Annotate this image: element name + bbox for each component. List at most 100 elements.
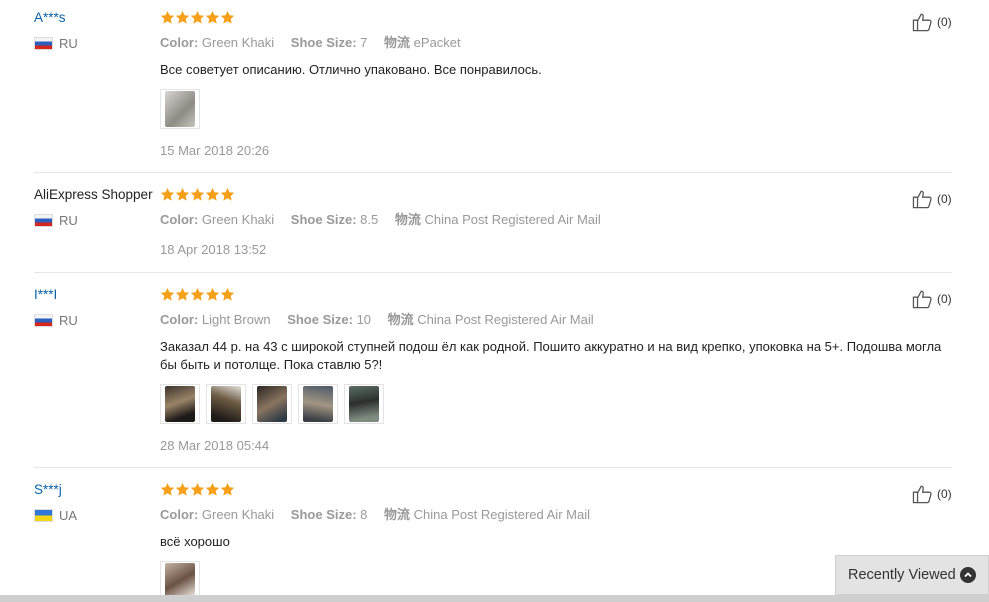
shipping-value: China Post Registered Air Mail <box>424 212 601 227</box>
review-text: всё хорошо <box>160 534 230 549</box>
ukraine-flag-icon <box>34 509 53 522</box>
country-code: RU <box>59 313 78 328</box>
review-text: Все советует описанию. Отлично упаковано… <box>160 62 542 77</box>
size-label: Shoe Size: <box>290 212 357 227</box>
size-value: 7 <box>360 35 368 50</box>
color-label: Color: <box>160 312 199 327</box>
review-photo[interactable] <box>160 384 200 424</box>
reviewer-info: S***j UA <box>34 482 159 523</box>
recently-viewed-label: Recently Viewed <box>848 567 956 583</box>
reviewer-country: UA <box>34 508 159 523</box>
helpful-button[interactable]: (0) <box>912 289 952 309</box>
review-date: 18 Apr 2018 13:52 <box>160 242 267 257</box>
review-item: I***I RU Color: Light Brown Shoe Size: 1… <box>34 287 952 468</box>
page-bottom-bar <box>0 595 989 602</box>
star-icon <box>190 10 205 25</box>
reviewer-name[interactable]: S***j <box>34 482 159 498</box>
star-icon <box>220 10 235 25</box>
color-value: Green Khaki <box>201 35 275 50</box>
review-photo[interactable] <box>298 384 338 424</box>
star-rating <box>160 482 960 498</box>
shipping-value: ePacket <box>413 35 461 50</box>
reviewer-info: AliExpress Shopper RU <box>34 187 159 228</box>
size-label: Shoe Size: <box>290 507 357 522</box>
star-icon <box>175 10 190 25</box>
review-photos <box>160 384 960 424</box>
size-value: 8 <box>360 507 368 522</box>
helpful-count: (0) <box>937 292 952 306</box>
star-icon <box>190 482 205 497</box>
star-icon <box>220 287 235 302</box>
shipping-value: China Post Registered Air Mail <box>413 507 590 522</box>
reviewer-info: A***s RU <box>34 10 159 51</box>
review-date: 15 Mar 2018 20:26 <box>160 143 270 158</box>
reviewer-info: I***I RU <box>34 287 159 328</box>
star-icon <box>175 287 190 302</box>
divider <box>34 172 952 173</box>
russia-flag-icon <box>34 214 53 227</box>
thumbs-up-icon <box>912 485 932 504</box>
color-label: Color: <box>160 212 199 227</box>
review-photos <box>160 89 960 129</box>
star-icon <box>205 482 220 497</box>
helpful-button[interactable]: (0) <box>912 189 952 209</box>
helpful-count: (0) <box>937 487 952 501</box>
star-icon <box>205 187 220 202</box>
recently-viewed-button[interactable]: Recently Viewed <box>835 555 989 595</box>
star-icon <box>160 482 175 497</box>
star-icon <box>160 287 175 302</box>
star-icon <box>205 287 220 302</box>
review-content: Color: Light Brown Shoe Size: 10 物流 Chin… <box>160 287 960 453</box>
thumbs-up-icon <box>912 190 932 209</box>
color-label: Color: <box>160 35 199 50</box>
review-photo[interactable] <box>206 384 246 424</box>
divider <box>34 272 952 273</box>
order-attributes: Color: Green Khaki Shoe Size: 8.5 物流 Chi… <box>160 209 960 228</box>
star-icon <box>160 187 175 202</box>
review-date: 28 Mar 2018 05:44 <box>160 438 270 453</box>
star-rating <box>160 287 960 303</box>
review-photo[interactable] <box>252 384 292 424</box>
color-value: Green Khaki <box>201 507 275 522</box>
color-value: Green Khaki <box>201 212 275 227</box>
country-code: RU <box>59 213 78 228</box>
russia-flag-icon <box>34 37 53 50</box>
star-icon <box>205 10 220 25</box>
size-label: Shoe Size: <box>287 312 353 327</box>
shipping-label: 物流 <box>384 35 411 50</box>
helpful-button[interactable]: (0) <box>912 12 952 32</box>
order-attributes: Color: Green Khaki Shoe Size: 8 物流 China… <box>160 504 960 523</box>
shipping-value: China Post Registered Air Mail <box>417 312 594 327</box>
chevron-up-icon <box>960 567 976 583</box>
reviewer-country: RU <box>34 36 159 51</box>
russia-flag-icon <box>34 314 53 327</box>
reviewer-country: RU <box>34 313 159 328</box>
size-label: Shoe Size: <box>290 35 357 50</box>
review-item: S***j UA Color: Green Khaki Shoe Size: 8… <box>34 482 952 601</box>
review-text: Заказал 44 р. на 43 с широкой ступней по… <box>160 339 942 372</box>
shipping-label: 物流 <box>394 212 421 227</box>
shipping-label: 物流 <box>387 312 414 327</box>
review-photo[interactable] <box>344 384 384 424</box>
reviewer-name[interactable]: A***s <box>34 10 159 26</box>
divider <box>34 467 952 468</box>
order-attributes: Color: Light Brown Shoe Size: 10 物流 Chin… <box>160 309 960 328</box>
star-icon <box>175 187 190 202</box>
reviewer-name: AliExpress Shopper <box>34 187 153 202</box>
shipping-label: 物流 <box>384 507 411 522</box>
star-icon <box>190 287 205 302</box>
star-rating <box>160 187 960 203</box>
thumbs-up-icon <box>912 13 932 32</box>
review-photo[interactable] <box>160 89 200 129</box>
helpful-count: (0) <box>937 15 952 29</box>
country-code: UA <box>59 508 78 523</box>
star-icon <box>160 10 175 25</box>
size-value: 8.5 <box>360 212 379 227</box>
helpful-count: (0) <box>937 192 952 206</box>
star-rating <box>160 10 960 26</box>
review-content: Color: Green Khaki Shoe Size: 8.5 物流 Chi… <box>160 187 960 257</box>
helpful-button[interactable]: (0) <box>912 484 952 504</box>
reviewer-name[interactable]: I***I <box>34 287 159 303</box>
size-value: 10 <box>356 312 372 327</box>
star-icon <box>220 482 235 497</box>
